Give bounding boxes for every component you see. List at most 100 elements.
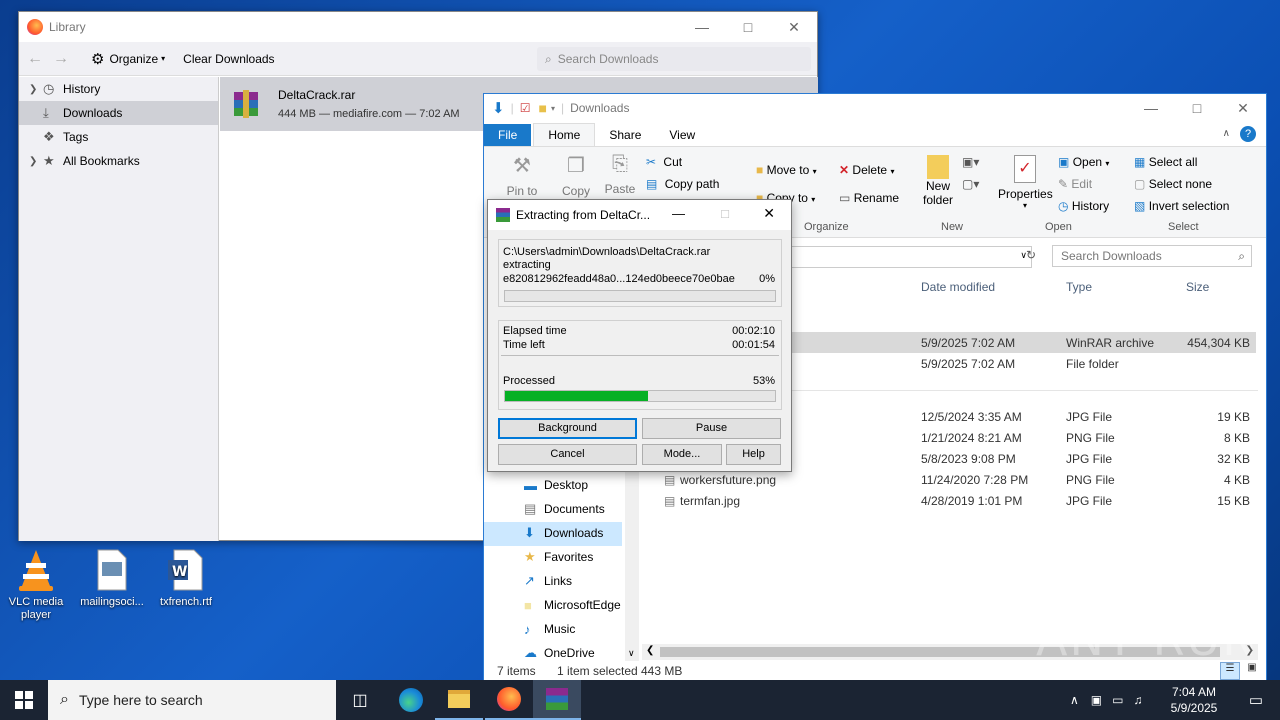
task-view-button[interactable]: ◫	[336, 680, 384, 720]
folder-icon[interactable]: ■	[538, 100, 546, 116]
scroll-left-icon[interactable]: ❮	[646, 645, 654, 656]
history-button[interactable]: ◷ History	[1058, 199, 1109, 213]
tab-share[interactable]: Share	[595, 124, 655, 146]
nav-scrollbar[interactable]: ∨	[625, 471, 639, 661]
chevron-down-icon: ▾	[890, 167, 895, 176]
sidebar-item-tags[interactable]: ❖ Tags	[19, 125, 218, 149]
help-icon[interactable]: ?	[1240, 126, 1256, 142]
minimize-button[interactable]: —	[679, 12, 725, 42]
security-icon[interactable]: ▣	[1091, 693, 1102, 707]
tab-view[interactable]: View	[655, 124, 709, 146]
file-size: 32 KB	[1217, 452, 1250, 466]
chevron-right-icon[interactable]: ❯	[29, 156, 43, 167]
mode-button[interactable]: Mode...	[642, 444, 722, 465]
copy-path-label: Copy path	[664, 177, 720, 191]
volume-icon[interactable]: ♫	[1133, 693, 1142, 707]
select-all-button[interactable]: ▦ Select all	[1134, 155, 1197, 169]
maximize-button[interactable]: □	[721, 206, 729, 221]
new-item-button[interactable]: ▣▾	[962, 155, 979, 169]
search-downloads-input[interactable]: Search Downloads ⌕	[1052, 245, 1252, 267]
desktop-icon-mailingsoci[interactable]: mailingsoci...	[77, 548, 147, 609]
file-explorer-taskbar-icon[interactable]	[435, 680, 483, 720]
image-file-icon	[90, 548, 134, 592]
taskbar-search-input[interactable]: ⌕ Type here to search	[48, 680, 336, 720]
paste-button[interactable]: ⎘ Paste	[602, 153, 638, 196]
cut-button[interactable]: ✂ Cut	[646, 155, 682, 169]
background-button[interactable]: Background	[498, 418, 637, 439]
rename-button[interactable]: ▭ Rename	[839, 191, 899, 205]
maximize-button[interactable]: □	[1174, 94, 1220, 122]
minimize-button[interactable]: —	[672, 206, 685, 221]
nav-item-label: Music	[544, 622, 576, 636]
chevron-up-icon[interactable]: ∧	[1070, 693, 1079, 707]
column-header-date[interactable]: Date modified	[921, 280, 995, 294]
delete-button[interactable]: ✕ Delete ▾	[839, 163, 894, 177]
close-button[interactable]: ✕	[771, 12, 817, 42]
forward-arrow-icon[interactable]: →	[53, 50, 79, 68]
nav-item-documents[interactable]: ▤ Documents	[524, 497, 605, 521]
maximize-button[interactable]: □	[725, 12, 771, 42]
status-selected: 1 item selected	[557, 664, 638, 678]
desktop-icon-vlc[interactable]: VLC media player	[1, 548, 71, 622]
search-downloads-input[interactable]: ⌕ Search Downloads	[537, 47, 811, 71]
tab-home[interactable]: Home	[533, 123, 596, 146]
firefox-taskbar-icon[interactable]	[485, 680, 533, 720]
copy-path-button[interactable]: ▤ Copy path	[646, 177, 719, 191]
refresh-button[interactable]: ↻	[1026, 248, 1036, 262]
sidebar-item-all-bookmarks[interactable]: ❯ ★ All Bookmarks	[19, 149, 218, 173]
chevron-down-icon: ▾	[811, 195, 816, 204]
help-button[interactable]: Help	[726, 444, 781, 465]
cancel-button[interactable]: Cancel	[498, 444, 637, 465]
new-folder-button[interactable]: New folder	[918, 155, 958, 207]
nav-item-downloads[interactable]: ⬇ Downloads	[524, 521, 603, 545]
chevron-up-icon[interactable]: ∧	[1223, 128, 1230, 139]
invert-selection-button[interactable]: ▧ Invert selection	[1134, 199, 1229, 213]
nav-item-label: Downloads	[544, 526, 604, 540]
nav-item-microsoftedge[interactable]: ■ MicrosoftEdge	[524, 593, 621, 617]
desktop-icon-txfrench[interactable]: W txfrench.rtf	[151, 548, 221, 609]
search-icon: ⌕	[60, 691, 69, 708]
column-header-type[interactable]: Type	[1066, 280, 1092, 294]
chevron-down-icon[interactable]: ▾	[551, 104, 555, 113]
close-button[interactable]: ✕	[1220, 94, 1266, 122]
select-none-button[interactable]: ▢ Select none	[1134, 177, 1212, 191]
invert-selection-icon: ▧	[1134, 199, 1146, 213]
address-bar[interactable]: ∨	[784, 246, 1032, 268]
processed-progress-fill	[505, 391, 649, 401]
nav-item-music[interactable]: ♪ Music	[524, 617, 575, 641]
scroll-down-icon[interactable]: ∨	[628, 648, 635, 659]
properties-button[interactable]: ✓ Properties ▾	[998, 155, 1053, 210]
file-row[interactable]: ▤ termfan.jpg 4/28/2019 1:01 PM JPG File…	[642, 490, 1256, 511]
clear-downloads-button[interactable]: Clear Downloads	[183, 52, 274, 66]
open-group-label: Open	[1045, 221, 1072, 233]
copy-button[interactable]: ❐ Copy	[558, 153, 594, 198]
winrar-taskbar-icon[interactable]	[533, 680, 581, 720]
chevron-right-icon[interactable]: ❯	[29, 84, 43, 95]
sidebar-item-history[interactable]: ❯ ◷ History	[19, 77, 218, 101]
minimize-button[interactable]: —	[1128, 94, 1174, 122]
properties-check-icon[interactable]: ☑	[520, 101, 531, 115]
close-button[interactable]: ✕	[763, 205, 775, 222]
column-header-size[interactable]: Size	[1186, 280, 1209, 294]
nav-item-favorites[interactable]: ★ Favorites	[524, 545, 593, 569]
edit-button[interactable]: ✎ Edit	[1058, 177, 1092, 191]
nav-item-desktop[interactable]: ▬ Desktop	[524, 473, 588, 497]
sidebar-item-downloads[interactable]: ⤓ Downloads	[19, 101, 218, 125]
open-button[interactable]: ▣ Open ▾	[1058, 155, 1109, 169]
easy-access-button[interactable]: ▢▾	[962, 177, 979, 191]
move-to-button[interactable]: ■ Move to ▾	[756, 163, 817, 177]
file-row[interactable]: ▤ workersfuture.png 11/24/2020 7:28 PM P…	[642, 469, 1256, 490]
move-to-label: Move to	[766, 163, 810, 177]
elapsed-label: Elapsed time	[503, 325, 567, 337]
nav-item-links[interactable]: ↗ Links	[524, 569, 572, 593]
organize-menu[interactable]: ⚙ Organize ▾	[91, 50, 165, 68]
clock[interactable]: 7:04 AM 5/9/2025	[1166, 684, 1222, 716]
network-icon[interactable]: ▭	[1112, 693, 1123, 707]
back-arrow-icon[interactable]: ←	[27, 50, 53, 68]
notifications-icon[interactable]: ▭	[1232, 680, 1280, 720]
edge-taskbar-icon[interactable]	[387, 680, 435, 720]
tab-file[interactable]: File	[484, 124, 532, 146]
pause-button[interactable]: Pause	[642, 418, 781, 439]
properties-icon: ✓	[1014, 155, 1036, 183]
start-button[interactable]	[0, 680, 48, 720]
